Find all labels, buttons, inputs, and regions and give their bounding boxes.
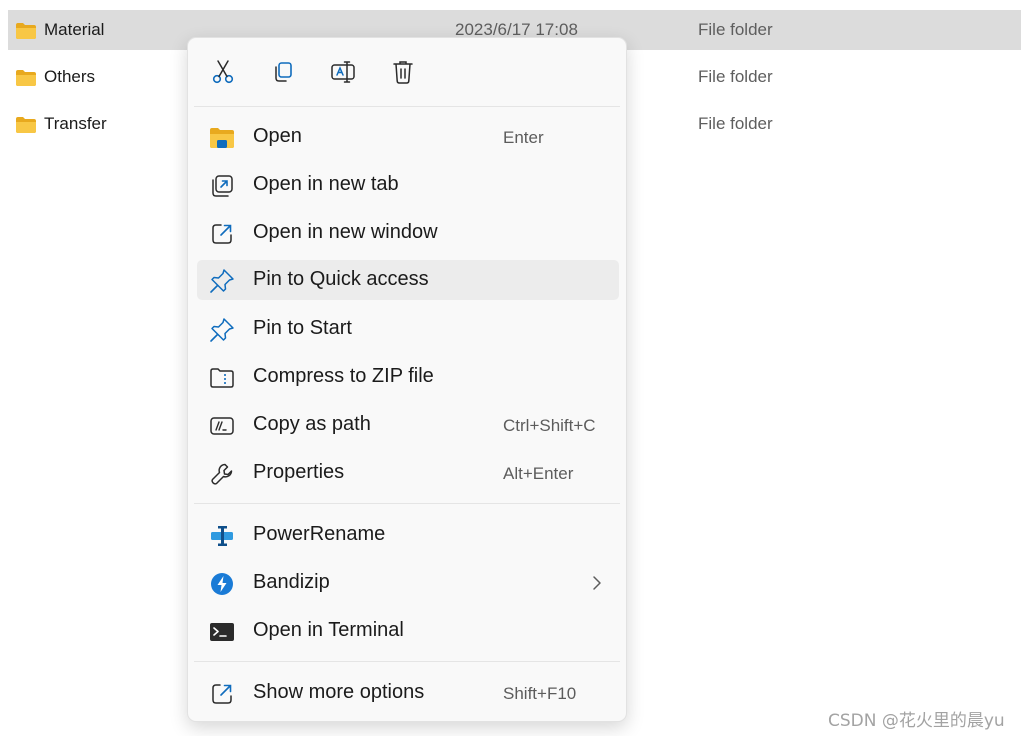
menu-item-label: Open in Terminal xyxy=(253,619,404,641)
copy-icon xyxy=(275,62,292,82)
copy-path-icon xyxy=(209,413,235,439)
file-type: File folder xyxy=(698,67,773,86)
menu-item-label: Compress to ZIP file xyxy=(253,365,434,387)
watermark: CSDN @花火里的晨yu xyxy=(828,711,1005,731)
file-type: File folder xyxy=(698,114,773,133)
menu-item-label: PowerRename xyxy=(253,523,386,545)
file-name: Others xyxy=(44,67,96,86)
zip-icon xyxy=(209,365,235,391)
powerrename-icon xyxy=(209,523,235,549)
bandizip-icon xyxy=(209,571,235,597)
menu-item-open[interactable]: Open Enter xyxy=(197,117,619,157)
new-window-icon xyxy=(209,221,235,247)
cut-button[interactable] xyxy=(205,54,241,90)
menu-item-pin-to-quick-access[interactable]: Pin to Quick access xyxy=(197,260,619,300)
menu-item-label: Properties xyxy=(253,461,345,483)
pin-icon xyxy=(209,268,235,294)
menu-item-properties[interactable]: Properties Alt+Enter xyxy=(197,453,619,493)
file-name: Transfer xyxy=(44,114,107,133)
menu-item-label: Pin to Quick access xyxy=(253,268,429,290)
menu-item-bandizip[interactable]: Bandizip xyxy=(197,563,619,603)
menu-divider xyxy=(194,503,620,504)
rename-button[interactable] xyxy=(325,54,361,90)
menu-divider xyxy=(194,661,620,662)
copy-button[interactable] xyxy=(265,54,301,90)
show-more-icon xyxy=(209,681,235,707)
menu-item-open-in-new-window[interactable]: Open in new window xyxy=(197,213,619,253)
menu-item-label: Copy as path xyxy=(253,413,371,435)
terminal-icon xyxy=(209,619,235,645)
new-tab-icon xyxy=(209,173,235,199)
menu-item-copy-as-path[interactable]: Copy as path Ctrl+Shift+C xyxy=(197,405,619,445)
delete-icon xyxy=(393,61,413,84)
rename-icon xyxy=(331,61,355,83)
menu-item-show-more-options[interactable]: Show more options Shift+F10 xyxy=(197,673,619,713)
menu-item-powerrename[interactable]: PowerRename xyxy=(197,515,619,555)
menu-item-label: Bandizip xyxy=(253,571,330,593)
menu-divider xyxy=(194,106,620,107)
quick-action-bar xyxy=(188,38,626,106)
context-menu: Open Enter Open in new tab Open in new w… xyxy=(187,37,627,722)
menu-item-label: Show more options xyxy=(253,681,425,703)
wrench-icon xyxy=(209,461,235,487)
folder-icon xyxy=(16,70,36,86)
file-type: File folder xyxy=(698,20,773,39)
menu-item-label: Open in new window xyxy=(253,221,438,243)
menu-item-pin-to-start[interactable]: Pin to Start xyxy=(197,309,619,349)
menu-item-label: Open in new tab xyxy=(253,173,399,195)
menu-item-open-in-new-tab[interactable]: Open in new tab xyxy=(197,165,619,205)
chevron-right-icon xyxy=(593,576,601,590)
menu-item-label: Open xyxy=(253,125,302,147)
menu-item-compress-to-zip[interactable]: Compress to ZIP file xyxy=(197,357,619,397)
menu-item-open-in-terminal[interactable]: Open in Terminal xyxy=(197,611,619,651)
menu-item-shortcut: Enter xyxy=(503,128,544,147)
menu-item-label: Pin to Start xyxy=(253,317,352,339)
menu-item-shortcut: Alt+Enter xyxy=(503,464,574,483)
cut-icon xyxy=(212,60,234,84)
folder-open-icon xyxy=(209,125,235,151)
menu-item-shortcut: Shift+F10 xyxy=(503,684,577,703)
pin-icon xyxy=(209,317,235,343)
delete-button[interactable] xyxy=(385,54,421,90)
menu-item-shortcut: Ctrl+Shift+C xyxy=(503,416,596,435)
folder-icon xyxy=(16,117,36,133)
folder-icon xyxy=(16,23,36,39)
file-name: Material xyxy=(44,20,105,39)
